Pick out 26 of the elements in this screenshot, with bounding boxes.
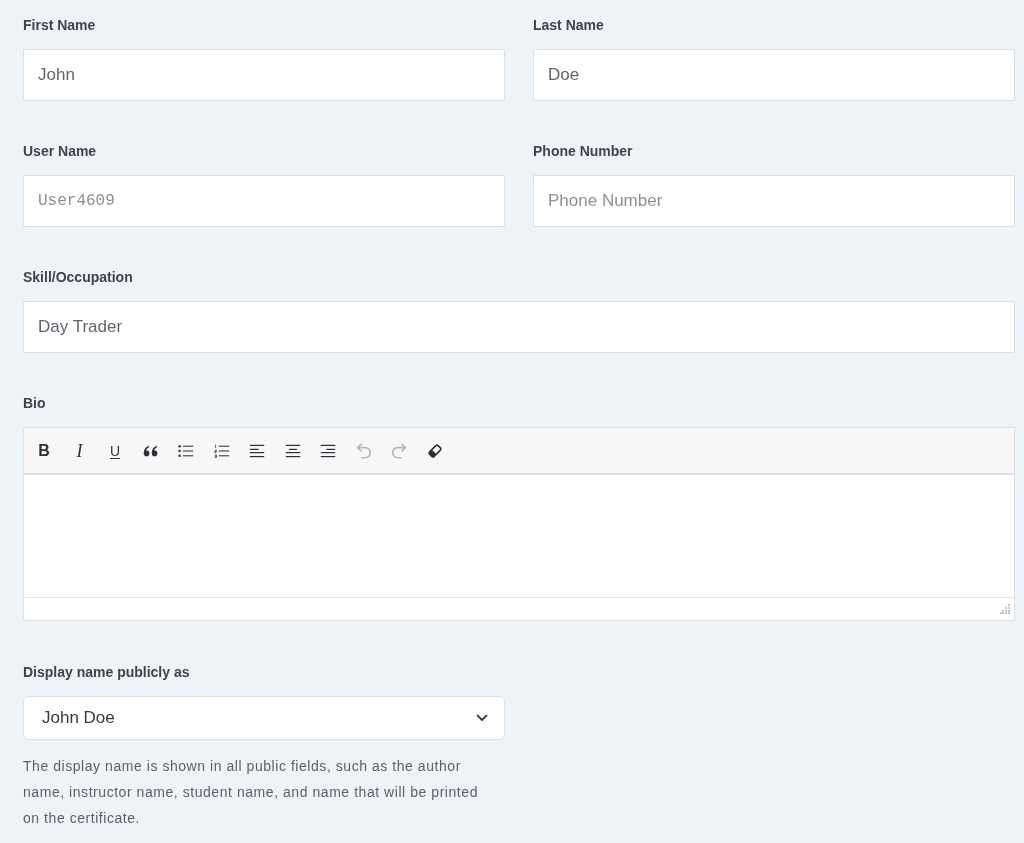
field-label: User Name (23, 142, 98, 161)
italic-button[interactable]: I (64, 435, 95, 466)
dropdown-select[interactable]: John Doe (23, 696, 505, 740)
field-label: Bio (23, 394, 47, 413)
chevron-down-icon (476, 714, 488, 722)
align-center-icon (284, 442, 301, 459)
field-label: Display name publicly as (23, 663, 191, 682)
numbered-list-icon (213, 442, 230, 459)
bullet-list-icon (178, 442, 194, 459)
field-label: First Name (23, 16, 97, 35)
eraser-icon (426, 442, 443, 459)
field-label: Phone Number (533, 142, 634, 161)
input-field[interactable]: Day Trader (23, 301, 1015, 353)
field-label: Last Name (533, 16, 605, 35)
align-left-icon (249, 442, 265, 459)
bold-button[interactable]: B (29, 435, 59, 466)
input-field[interactable]: John (23, 49, 505, 101)
resize-handle-icon (1000, 604, 1010, 614)
field-label: Skill/Occupation (23, 268, 134, 287)
redo-icon (391, 442, 407, 459)
undo-icon (355, 442, 372, 459)
input-field[interactable]: Phone Number (533, 175, 1015, 227)
underline-button[interactable]: U (100, 435, 130, 466)
help-text: The display name is shown in all public fields, such as the author name, instructor name, student name, and name that will be printed on the certificate. (23, 757, 479, 828)
align-right-icon (320, 442, 336, 459)
input-field[interactable]: Doe (533, 49, 1015, 101)
